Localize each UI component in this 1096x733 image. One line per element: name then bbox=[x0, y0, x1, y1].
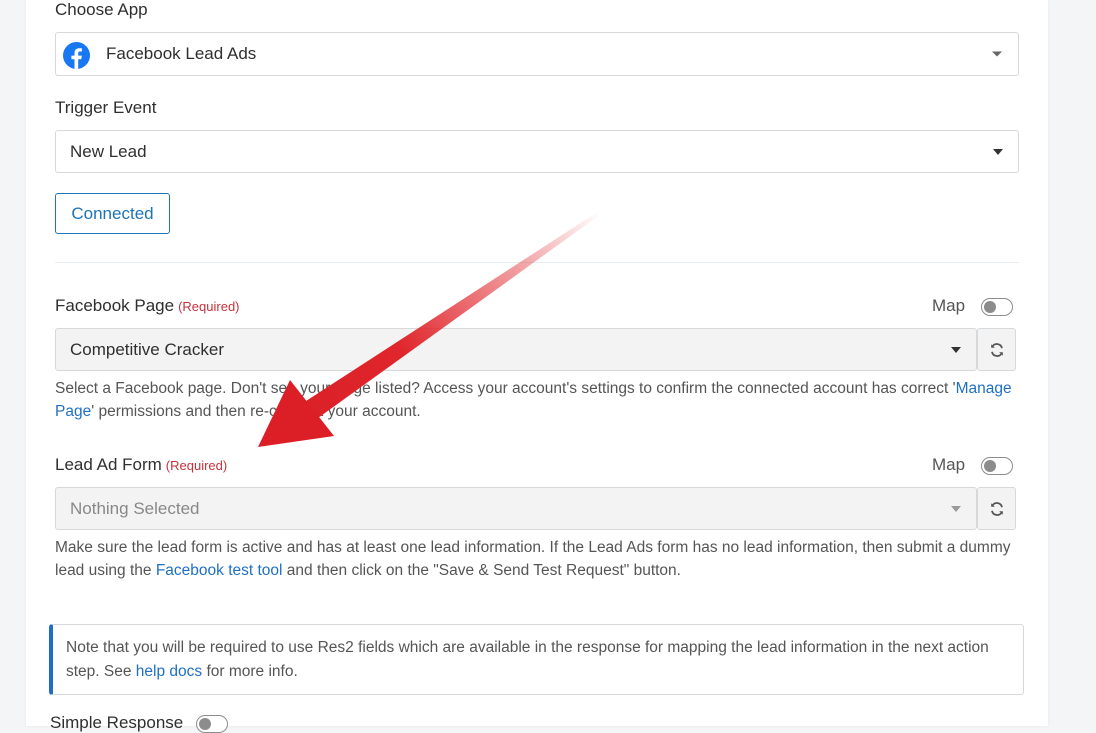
trigger-event-value: New Lead bbox=[70, 141, 147, 161]
chevron-down-icon bbox=[992, 51, 1002, 57]
chevron-down-icon bbox=[951, 346, 961, 353]
lead-ad-form-label: Lead Ad Form (Required) bbox=[55, 455, 227, 475]
facebook-page-label: Facebook Page (Required) bbox=[55, 296, 240, 316]
facebook-page-select[interactable]: Competitive Cracker bbox=[55, 328, 977, 371]
chevron-down-icon bbox=[951, 505, 961, 512]
lead-ad-form-help: Make sure the lead form is active and ha… bbox=[55, 536, 1015, 582]
form-card: Choose App Facebook Lead Ads Trigger Eve… bbox=[26, 0, 1048, 733]
facebook-page-help: Select a Facebook page. Don't see your P… bbox=[55, 377, 1015, 423]
facebook-page-value: Competitive Cracker bbox=[70, 339, 224, 359]
chevron-down-icon bbox=[993, 148, 1003, 155]
simple-response-toggle[interactable] bbox=[196, 715, 228, 733]
toggle-knob bbox=[984, 459, 996, 472]
choose-app-select[interactable]: Facebook Lead Ads bbox=[55, 32, 1019, 76]
toggle-knob bbox=[984, 300, 996, 313]
lead-ad-form-refresh-button[interactable] bbox=[977, 487, 1016, 530]
lead-ad-form-select[interactable]: Nothing Selected bbox=[55, 487, 977, 530]
trigger-event-select[interactable]: New Lead bbox=[55, 130, 1019, 173]
lead-ad-form-map-label: Map bbox=[932, 455, 966, 474]
lead-ad-form-label-text: Lead Ad Form bbox=[55, 455, 162, 474]
facebook-page-label-text: Facebook Page bbox=[55, 296, 175, 315]
facebook-page-map-toggle[interactable] bbox=[981, 298, 1013, 316]
simple-response-label: Simple Response bbox=[50, 713, 184, 732]
lead-ad-form-map-toggle[interactable] bbox=[981, 457, 1013, 475]
refresh-icon bbox=[990, 501, 1003, 516]
note-text: for more info. bbox=[202, 663, 298, 680]
trigger-event-label: Trigger Event bbox=[55, 98, 157, 117]
facebook-test-tool-link[interactable]: Facebook test tool bbox=[156, 562, 283, 579]
choose-app-value: Facebook Lead Ads bbox=[106, 44, 257, 63]
refresh-icon bbox=[990, 342, 1003, 357]
choose-app-label: Choose App bbox=[55, 0, 148, 19]
required-indicator: (Required) bbox=[165, 458, 228, 473]
help-text: and then click on the "Save & Send Test … bbox=[282, 562, 681, 579]
help-docs-link[interactable]: help docs bbox=[136, 663, 202, 680]
info-note: Note that you will be required to use Re… bbox=[49, 624, 1024, 695]
required-indicator: (Required) bbox=[178, 299, 240, 314]
lead-ad-form-placeholder: Nothing Selected bbox=[70, 498, 200, 518]
toggle-knob bbox=[199, 717, 211, 730]
help-text: Select a Facebook page. Don't see your P… bbox=[55, 380, 956, 397]
facebook-page-map-label: Map bbox=[932, 296, 966, 315]
facebook-icon bbox=[63, 42, 90, 69]
divider bbox=[55, 262, 1019, 263]
facebook-page-refresh-button[interactable] bbox=[977, 328, 1016, 371]
connected-button[interactable]: Connected bbox=[55, 193, 170, 234]
help-text: ' permissions and then re-connect your a… bbox=[91, 403, 421, 420]
